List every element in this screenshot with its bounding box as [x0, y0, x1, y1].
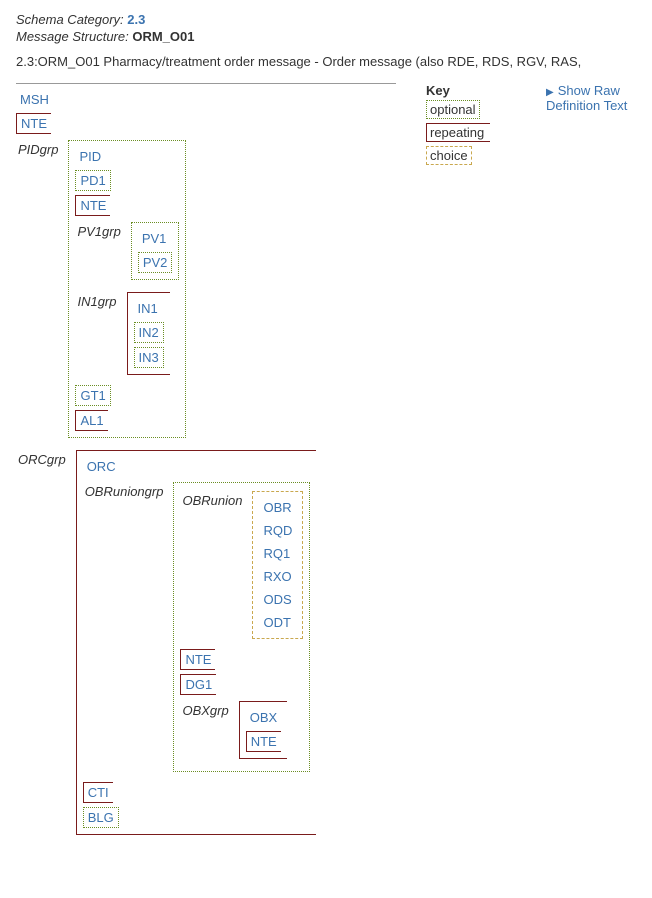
seg-in1[interactable]: IN1	[134, 299, 162, 318]
grp-pidgrp-children: PID PD1 NTE PV1grp PV1 PV2	[68, 140, 186, 438]
message-description: 2.3:ORM_O01 Pharmacy/treatment order mes…	[16, 54, 636, 69]
seg-pid[interactable]: PID	[75, 147, 105, 166]
legend-key: Key optional repeating choice	[426, 83, 516, 167]
seg-obx[interactable]: OBX	[246, 708, 281, 727]
grp-in1grp-label: IN1grp	[75, 292, 118, 311]
seg-obr[interactable]: OBR	[259, 498, 295, 517]
grp-obxgrp-label: OBXgrp	[180, 701, 230, 720]
grp-pidgrp: PIDgrp PID PD1 NTE PV1grp PV1 PV2	[16, 138, 186, 444]
seg-msh[interactable]: MSH	[16, 90, 53, 109]
schema-category-label: Schema Category:	[16, 12, 124, 27]
seg-ods[interactable]: ODS	[259, 590, 295, 609]
chevron-right-icon: ▶	[546, 87, 554, 98]
seg-dg1[interactable]: DG1	[180, 674, 216, 695]
message-structure-line: Message Structure: ORM_O01	[16, 29, 636, 44]
grp-obrunion: OBRunion OBR RQD RQ1 RXO ODS	[180, 489, 303, 645]
raw-link-pane: ▶Show Raw Definition Text	[546, 83, 636, 113]
seg-gt1[interactable]: GT1	[75, 385, 110, 406]
grp-orcgrp-children: ORC OBRuniongrp OBRunion	[76, 450, 317, 835]
show-raw-definition-label: Show Raw Definition Text	[546, 83, 627, 113]
seg-nte-obx[interactable]: NTE	[246, 731, 281, 752]
seg-orc[interactable]: ORC	[83, 457, 120, 476]
show-raw-definition-link[interactable]: ▶Show Raw Definition Text	[546, 83, 627, 113]
grp-obruniongrp-children: OBRunion OBR RQD RQ1 RXO ODS	[173, 482, 310, 772]
seg-odt[interactable]: ODT	[259, 613, 294, 632]
seg-pv2[interactable]: PV2	[138, 252, 173, 273]
grp-pv1grp: PV1grp PV1 PV2	[75, 220, 179, 286]
grp-obruniongrp: OBRuniongrp OBRunion OBR	[83, 480, 311, 778]
seg-nte-pid[interactable]: NTE	[75, 195, 110, 216]
grp-obxgrp: OBXgrp OBX NTE	[180, 699, 287, 765]
grp-pidgrp-label: PIDgrp	[16, 140, 60, 159]
seg-pd1[interactable]: PD1	[75, 170, 110, 191]
grp-obxgrp-children: OBX NTE	[239, 701, 287, 759]
grp-obrunion-children: OBR RQD RQ1 RXO ODS ODT	[252, 491, 303, 639]
seg-pv1[interactable]: PV1	[138, 229, 171, 248]
seg-blg[interactable]: BLG	[83, 807, 119, 828]
seg-nte-obr[interactable]: NTE	[180, 649, 215, 670]
seg-rqd[interactable]: RQD	[259, 521, 296, 540]
grp-obruniongrp-label: OBRuniongrp	[83, 482, 166, 501]
seg-nte[interactable]: NTE	[16, 113, 51, 134]
legend-repeating: repeating	[426, 123, 490, 142]
schema-category-line: Schema Category: 2.3	[16, 12, 636, 27]
seg-in2[interactable]: IN2	[134, 322, 164, 343]
schema-tree: MSH NTE PIDgrp PID PD1 NTE PV1grp	[16, 83, 396, 843]
seg-rq1[interactable]: RQ1	[259, 544, 294, 563]
seg-in3[interactable]: IN3	[134, 347, 164, 368]
grp-orcgrp: ORCgrp ORC OBRuniongrp OBRunion	[16, 448, 316, 841]
schema-category-value[interactable]: 2.3	[127, 12, 145, 27]
message-structure-value: ORM_O01	[132, 29, 194, 44]
seg-rxo[interactable]: RXO	[259, 567, 295, 586]
legend-choice: choice	[426, 146, 472, 165]
grp-in1grp: IN1grp IN1 IN2 IN3	[75, 290, 169, 381]
grp-pv1grp-label: PV1grp	[75, 222, 122, 241]
grp-pv1grp-children: PV1 PV2	[131, 222, 180, 280]
grp-orcgrp-label: ORCgrp	[16, 450, 68, 469]
seg-al1[interactable]: AL1	[75, 410, 107, 431]
grp-in1grp-children: IN1 IN2 IN3	[127, 292, 170, 375]
grp-obrunion-label: OBRunion	[180, 491, 244, 510]
seg-cti[interactable]: CTI	[83, 782, 113, 803]
message-structure-label: Message Structure:	[16, 29, 129, 44]
legend-optional: optional	[426, 100, 480, 119]
legend-title: Key	[426, 83, 516, 98]
